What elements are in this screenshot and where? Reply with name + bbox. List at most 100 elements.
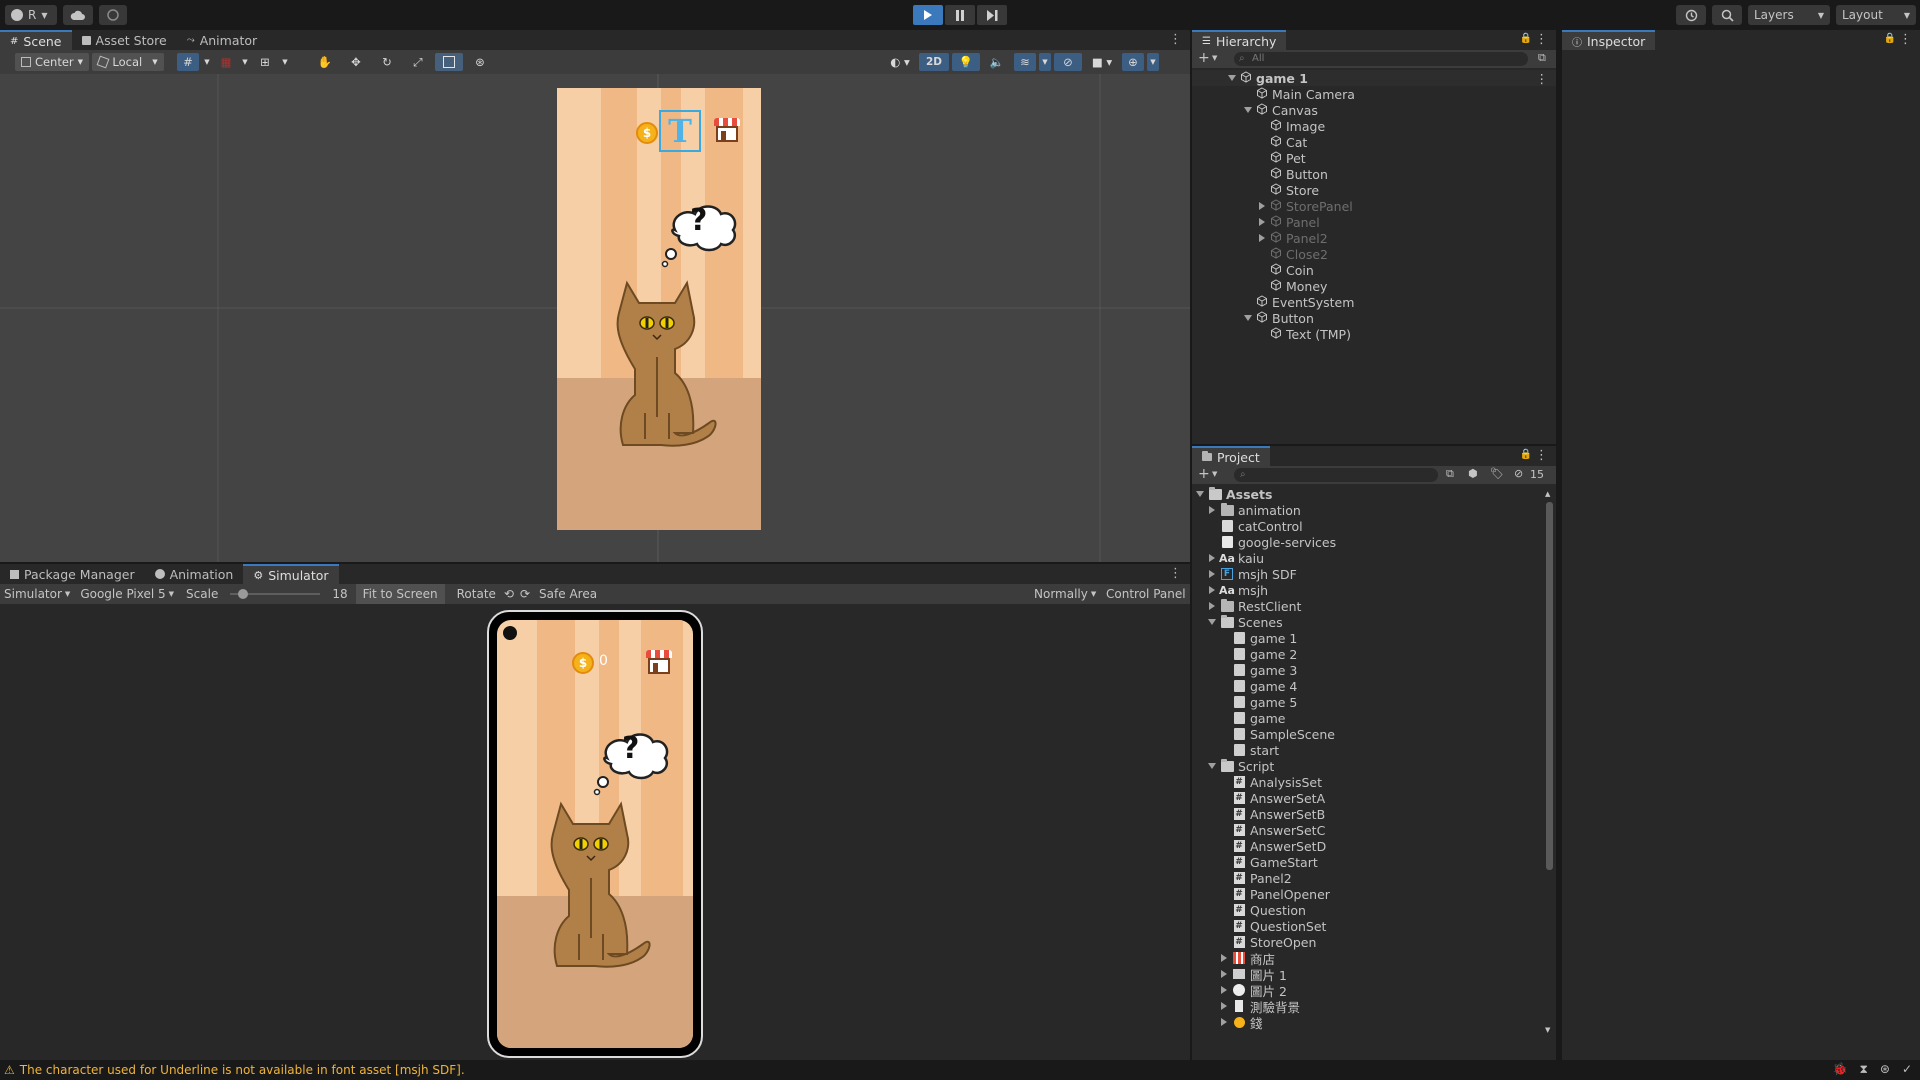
debug-icon[interactable]: ⊛ (1880, 1062, 1890, 1077)
scroll-down-icon[interactable]: ▼ (1545, 1026, 1550, 1034)
gizmos-dropdown[interactable]: ▼ (1147, 53, 1159, 71)
hierarchy-item-store[interactable]: Store (1258, 182, 1319, 198)
expand-arrow-icon[interactable] (1208, 586, 1216, 594)
tab-project[interactable]: Project (1192, 446, 1270, 466)
project-item-answersetc[interactable]: # AnswerSetC (1220, 822, 1325, 838)
increment-snap-button[interactable]: ▦ (215, 53, 237, 71)
expand-arrow-icon[interactable] (1208, 554, 1216, 562)
step-button[interactable] (977, 5, 1007, 25)
project-item-panelopener[interactable]: # PanelOpener (1220, 886, 1330, 902)
rotate-right-icon[interactable]: ⟳ (517, 587, 533, 601)
status-bar[interactable]: ⚠ The character used for Underline is no… (0, 1060, 1920, 1080)
transform-tool-button[interactable]: ⊛ (466, 53, 494, 71)
hierarchy-item-money[interactable]: Money (1258, 278, 1327, 294)
scene-visibility-toggle[interactable]: ⊘ (1054, 53, 1082, 71)
rotate-tool-button[interactable]: ↻ (373, 53, 401, 71)
project-item-catcontrol[interactable]: catControl (1208, 518, 1303, 534)
hierarchy-item-canvas[interactable]: Canvas (1244, 102, 1318, 118)
move-tool-button[interactable]: ✥ (342, 53, 370, 71)
expand-arrow-icon[interactable] (1208, 602, 1216, 610)
project-item-game-5[interactable]: game 5 (1220, 694, 1297, 710)
project-item-scenes[interactable]: Scenes (1208, 614, 1283, 630)
expand-arrow-icon[interactable] (1208, 506, 1216, 514)
lighting-toggle[interactable]: 💡 (952, 53, 980, 71)
progress-icon[interactable]: ⧗ (1859, 1062, 1867, 1077)
project-item-answerseta[interactable]: # AnswerSetA (1220, 790, 1325, 806)
fit-to-screen-toggle[interactable]: Fit to Screen (355, 584, 445, 604)
hierarchy-more-icon[interactable]: ⋮ (1535, 32, 1548, 47)
scene-more-icon[interactable]: ⋮ (1169, 32, 1182, 47)
audio-toggle[interactable]: 🔈 (983, 53, 1011, 71)
tab-inspector[interactable]: ⓘ Inspector (1562, 30, 1656, 50)
collapse-arrow-icon[interactable] (1208, 763, 1216, 769)
project-more-icon[interactable]: ⋮ (1535, 448, 1548, 463)
control-panel-button[interactable]: Control Panel (1106, 587, 1186, 601)
gizmos-toggle[interactable]: ⊕ (1122, 53, 1144, 71)
tag-icon[interactable]: 🏷 (1490, 467, 1504, 480)
hierarchy-item-cat[interactable]: Cat (1258, 134, 1307, 150)
lock-icon[interactable]: 🔒 (1884, 33, 1896, 44)
hierarchy-item-coin[interactable]: Coin (1258, 262, 1314, 278)
cat-sprite[interactable] (541, 794, 651, 974)
project-item-msjh-sdf[interactable]: Fmsjh SDF (1208, 566, 1297, 582)
project-item-錢[interactable]: 錢 (1220, 1014, 1263, 1031)
rect-tool-button[interactable] (435, 53, 463, 71)
hierarchy-item-game-1[interactable]: game 1 ⋮ (1192, 70, 1556, 86)
scale-slider[interactable] (230, 587, 321, 601)
hierarchy-search-input[interactable]: ⌕ All (1234, 52, 1528, 66)
text-gizmo[interactable]: T (659, 110, 701, 152)
project-scrollbar[interactable] (1546, 502, 1553, 870)
undo-history-button[interactable] (1676, 5, 1706, 25)
project-item-samplescene[interactable]: SampleScene (1220, 726, 1335, 742)
collapse-arrow-icon[interactable] (1244, 107, 1252, 113)
play-button[interactable] (913, 5, 943, 25)
tab-animator[interactable]: ⤳ Animator (176, 30, 268, 50)
store-button[interactable] (646, 650, 672, 674)
scene-canvas[interactable]: $ T ? (557, 88, 761, 530)
mode-2d-toggle[interactable]: 2D (919, 53, 949, 71)
chevron-down-icon[interactable]: ▼ (1212, 470, 1217, 478)
hierarchy-item-pet[interactable]: Pet (1258, 150, 1306, 166)
project-item-gamestart[interactable]: # GameStart (1220, 854, 1318, 870)
chevron-down-icon[interactable]: ▼ (1212, 54, 1217, 62)
hierarchy-item-panel2[interactable]: Panel2 (1258, 230, 1328, 246)
project-search-input[interactable]: ⌕ (1234, 468, 1438, 482)
scroll-up-icon[interactable]: ▲ (1545, 490, 1550, 498)
add-icon[interactable]: + (1198, 466, 1210, 482)
rotate-left-icon[interactable]: ⟲ (501, 587, 517, 601)
project-item-google-services[interactable]: google-services (1208, 534, 1336, 550)
account-dropdown[interactable]: R ▼ (5, 5, 57, 25)
safe-area-toggle[interactable]: Safe Area (533, 587, 603, 601)
hidden-packages-icon[interactable]: ⊘ (1514, 467, 1523, 480)
view-dropdown[interactable]: Simulator ▼ (0, 587, 74, 601)
lock-icon[interactable]: 🔒 (1520, 33, 1532, 44)
cat-sprite[interactable] (607, 273, 717, 453)
scale-tool-button[interactable]: ⤢ (404, 53, 432, 71)
bug-icon[interactable]: 🐞 (1832, 1062, 1847, 1077)
project-item-panel2[interactable]: # Panel2 (1220, 870, 1292, 886)
hierarchy-item-main-camera[interactable]: Main Camera (1244, 86, 1355, 102)
lock-icon[interactable]: 🔒 (1520, 449, 1532, 460)
grid-snap-dropdown[interactable]: ▼ (202, 53, 212, 71)
project-item-script[interactable]: Script (1208, 758, 1274, 774)
search-by-type-icon[interactable]: ⧉ (1446, 467, 1454, 481)
pause-button[interactable] (945, 5, 975, 25)
device-dropdown[interactable]: Google Pixel 5 ▼ (74, 587, 180, 601)
project-item-analysisset[interactable]: # AnalysisSet (1220, 774, 1322, 790)
collapse-arrow-icon[interactable] (1208, 619, 1216, 625)
project-item-game-1[interactable]: game 1 (1220, 630, 1297, 646)
draw-mode-dropdown[interactable]: ◐ ▾ (884, 53, 916, 71)
search-by-label-icon[interactable]: ⬢ (1468, 467, 1478, 480)
tab-scene[interactable]: # Scene (0, 30, 72, 50)
expand-arrow-icon[interactable] (1220, 970, 1228, 978)
project-item-game-3[interactable]: game 3 (1220, 662, 1297, 678)
expand-arrow-icon[interactable] (1220, 986, 1228, 994)
project-item-animation[interactable]: animation (1208, 502, 1301, 518)
ruler-button[interactable]: ⊞ (253, 53, 277, 71)
bottom-more-icon[interactable]: ⋮ (1169, 566, 1182, 581)
project-item-game[interactable]: game (1220, 710, 1285, 726)
hierarchy-item-button[interactable]: Button (1258, 166, 1328, 182)
collapse-arrow-icon[interactable] (1196, 491, 1204, 497)
hierarchy-item-storepanel[interactable]: StorePanel (1258, 198, 1353, 214)
expand-arrow-icon[interactable] (1258, 218, 1266, 226)
